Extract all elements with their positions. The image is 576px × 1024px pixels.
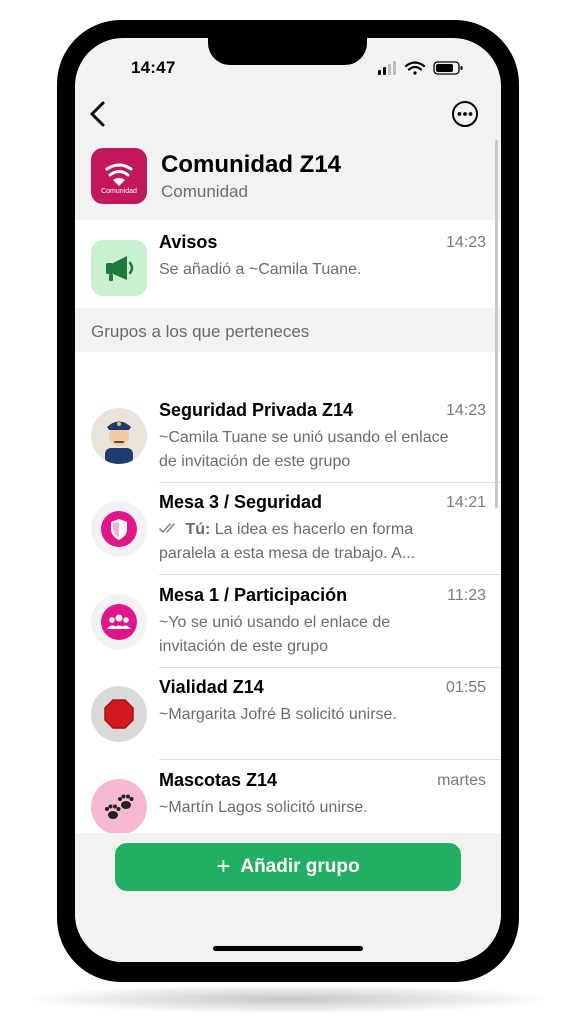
row-divider bbox=[159, 667, 501, 668]
group-row[interactable]: Mesa 1 / Participación 11:23 ~Yo se unió… bbox=[75, 585, 501, 668]
police-officer-icon bbox=[105, 421, 133, 464]
ellipsis-circle-icon bbox=[452, 101, 478, 127]
announcements-avatar bbox=[91, 240, 147, 296]
paw-prints-icon bbox=[105, 794, 134, 819]
notch bbox=[208, 38, 367, 65]
wifi-icon bbox=[404, 61, 426, 75]
row-divider bbox=[159, 482, 501, 483]
double-check-icon bbox=[159, 523, 175, 533]
group-message: ~Camila Tuane se unió usando el enlace d… bbox=[159, 429, 449, 470]
group-time: 14:23 bbox=[445, 402, 486, 419]
cellular-signal-icon bbox=[378, 61, 396, 75]
group-row[interactable]: Seguridad Privada Z14 14:23 ~Camila Tuan… bbox=[75, 400, 501, 483]
row-divider bbox=[159, 574, 501, 575]
section-header: Grupos a los que perteneces bbox=[91, 322, 310, 341]
announcements-time: 14:23 bbox=[445, 234, 486, 251]
community-subtitle: Comunidad bbox=[161, 182, 248, 201]
you-label: Tú: bbox=[185, 521, 211, 538]
group-avatar bbox=[91, 594, 147, 650]
group-avatar bbox=[91, 408, 147, 464]
group-avatar bbox=[91, 779, 147, 835]
shield-wifi-icon bbox=[105, 163, 133, 186]
group-message: Tú: La idea es hacerlo en forma paralela… bbox=[159, 518, 459, 566]
group-title: Mesa 3 / Seguridad bbox=[159, 492, 323, 512]
group-time: 01:55 bbox=[445, 679, 486, 696]
plus-icon: + bbox=[216, 853, 231, 880]
group-message: ~Martín Lagos solicitó unirse. bbox=[159, 799, 368, 816]
announcements-message: Se añadió a ~Camila Tuane. bbox=[159, 261, 362, 278]
megaphone-icon bbox=[106, 256, 134, 281]
group-row[interactable]: Vialidad Z14 01:55 ~Margarita Jofré B so… bbox=[75, 677, 501, 760]
group-time: martes bbox=[437, 772, 486, 789]
bottom-bar: + Añadir grupo bbox=[75, 833, 501, 962]
home-indicator bbox=[213, 946, 363, 951]
status-time: 14:47 bbox=[131, 58, 176, 77]
back-button[interactable] bbox=[87, 100, 109, 128]
shield-icon bbox=[101, 511, 137, 547]
screen: 14:47 Comunidad Comunidad Z14 Comunidad … bbox=[75, 38, 501, 962]
community-logo[interactable]: Comunidad bbox=[91, 148, 147, 204]
group-time: 14:21 bbox=[445, 494, 486, 511]
add-group-label: Añadir grupo bbox=[240, 856, 360, 877]
add-group-button[interactable]: + Añadir grupo bbox=[115, 843, 461, 891]
group-title: Mascotas Z14 bbox=[159, 770, 278, 790]
announcements-title: Avisos bbox=[159, 232, 218, 252]
more-options-button[interactable] bbox=[451, 100, 479, 128]
stop-sign-icon bbox=[104, 699, 134, 729]
group-title: Mesa 1 / Participación bbox=[159, 585, 348, 605]
group-row[interactable]: Mesa 3 / Seguridad 14:21 Tú: La idea es … bbox=[75, 492, 501, 575]
group-title: Seguridad Privada Z14 bbox=[159, 400, 354, 420]
group-title: Vialidad Z14 bbox=[159, 677, 264, 697]
group-avatar bbox=[91, 686, 147, 742]
community-logo-text: Comunidad bbox=[101, 188, 137, 195]
people-icon bbox=[101, 604, 137, 640]
scrollbar[interactable] bbox=[495, 140, 498, 508]
row-divider bbox=[159, 759, 501, 760]
battery-icon bbox=[433, 61, 463, 75]
group-avatar bbox=[91, 501, 147, 557]
group-message: ~Margarita Jofré B solicitó unirse. bbox=[159, 706, 397, 723]
announcements-row[interactable]: Avisos 14:23 Se añadió a ~Camila Tuane. bbox=[75, 232, 501, 308]
group-list: Avisos 14:23 Se añadió a ~Camila Tuane. … bbox=[75, 220, 501, 835]
group-time: 11:23 bbox=[447, 587, 486, 604]
community-name: Comunidad Z14 bbox=[161, 151, 342, 178]
group-message: ~Yo se unió usando el enlace de invitaci… bbox=[159, 614, 391, 655]
status-icons bbox=[376, 60, 476, 76]
chevron-left-icon bbox=[90, 101, 105, 127]
phone-shadow bbox=[30, 985, 546, 1013]
